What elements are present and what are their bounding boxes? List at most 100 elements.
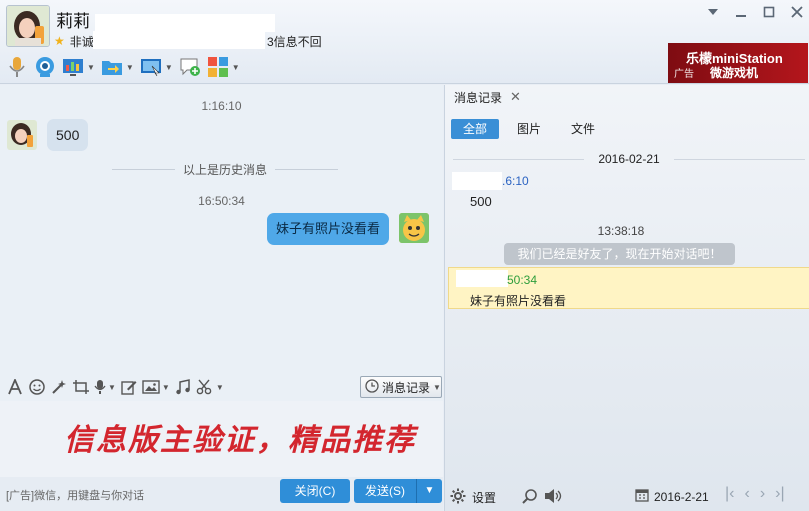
history-record-time: 13:38:18: [597, 224, 645, 238]
next-page-icon[interactable]: ›: [760, 485, 765, 503]
bottom-ad-link[interactable]: [广告]微信，用键盘与你对话: [6, 487, 144, 503]
message-timestamp: 1:16:10: [201, 99, 242, 113]
signature-prefix: 非诚: [69, 34, 94, 49]
maximize-icon[interactable]: [763, 6, 775, 21]
minimize-icon[interactable]: [735, 6, 747, 21]
magic-icon[interactable]: [50, 376, 68, 398]
history-record-text[interactable]: 500: [470, 194, 492, 209]
emoji-icon[interactable]: [28, 376, 46, 398]
app-grid-button[interactable]: ▼: [207, 55, 240, 79]
close-icon[interactable]: [791, 6, 803, 21]
history-footer: 设置 2016-2-21 |‹ ‹ › ›|: [445, 483, 809, 511]
footer-date: 2016-2-21: [654, 489, 709, 504]
outgoing-message[interactable]: 妹子有照片没看看: [267, 213, 390, 245]
history-date: 2016-02-21: [598, 152, 660, 166]
settings-label[interactable]: 设置: [472, 489, 496, 506]
history-divider-label: 以上是历史消息: [183, 162, 268, 177]
signature-suffix: 3信息不回: [267, 35, 322, 49]
tab-label: 消息记录: [454, 90, 503, 105]
message-record-label: 消息记录: [382, 380, 431, 395]
star-icon: ★: [54, 34, 65, 48]
chevron-down-icon[interactable]: [707, 6, 719, 21]
close-button[interactable]: 关闭(C): [280, 479, 350, 503]
chat-messages: 1:16:10 500 以上是历史消息 16:50:34 妹子有照片没看看: [0, 85, 443, 373]
chevron-down-icon[interactable]: ▼: [162, 383, 170, 392]
signature-row: ★ 非诚: [54, 33, 94, 49]
redacted-block: [456, 270, 508, 287]
video-call-button[interactable]: [34, 55, 56, 79]
send-options-chevron-icon[interactable]: ▼: [416, 479, 442, 503]
contact-name[interactable]: 莉莉: [56, 7, 90, 32]
image-button[interactable]: ▼: [142, 376, 170, 398]
voice-call-button[interactable]: [6, 55, 28, 79]
search-icon[interactable]: [522, 488, 538, 507]
screenshot-tool-button[interactable]: ▼: [196, 376, 224, 398]
chevron-down-icon[interactable]: ▼: [165, 63, 173, 72]
chevron-down-icon[interactable]: ▼: [232, 63, 240, 72]
contact-avatar[interactable]: [7, 120, 37, 150]
speaker-icon[interactable]: [544, 488, 562, 507]
chevron-down-icon[interactable]: ▼: [108, 383, 116, 392]
header-advertisement[interactable]: 乐檬miniStation 广告 微游戏机: [668, 43, 808, 83]
video-call-icon: [34, 56, 56, 78]
tab-message-history[interactable]: 消息记录 ✕: [445, 85, 531, 111]
last-page-icon[interactable]: ›|: [775, 485, 784, 503]
message-history-panel: 消息记录 ✕ 全部 图片 文件 2016-02-21 .6:10 500 13:…: [444, 85, 809, 511]
previous-page-icon[interactable]: ‹: [744, 485, 749, 503]
divider-line: [112, 168, 175, 170]
image-icon: [142, 380, 160, 394]
chevron-down-icon[interactable]: ▼: [216, 383, 224, 392]
send-button-label[interactable]: 发送(S): [354, 479, 416, 503]
edit-icon[interactable]: [120, 376, 138, 398]
date-picker[interactable]: 2016-2-21: [635, 488, 709, 505]
redacted-block: [93, 31, 265, 49]
divider-line: [275, 168, 339, 170]
contact-avatar[interactable]: [6, 5, 50, 47]
header-toolbar: ▼ ▼ ▼ ▼: [6, 54, 240, 80]
history-record-time: 50:34: [507, 273, 538, 287]
app-grid-icon: [207, 56, 229, 78]
voice-icon: [94, 380, 106, 394]
chevron-down-icon: ▼: [433, 382, 441, 392]
ad-title: 微游戏机: [710, 66, 759, 80]
screenshot-icon[interactable]: [72, 376, 90, 398]
close-tab-icon[interactable]: ✕: [510, 89, 521, 105]
filter-files[interactable]: 文件: [559, 119, 607, 139]
incoming-message[interactable]: 500: [47, 119, 89, 151]
history-pagination: |‹ ‹ › ›|: [725, 485, 785, 503]
clock-icon: [365, 378, 379, 396]
system-message: 我们已经是好友了，现在开始对话吧！: [504, 243, 735, 265]
screen-share-button[interactable]: ▼: [140, 55, 173, 79]
music-icon[interactable]: [174, 376, 192, 398]
history-record-text[interactable]: 妹子有照片没看看: [470, 292, 566, 309]
gear-icon[interactable]: [450, 488, 466, 507]
add-chat-button[interactable]: [179, 55, 201, 79]
ad-tag: 广告: [674, 69, 694, 80]
calendar-icon: [635, 488, 649, 505]
history-filters: 全部 图片 文件: [451, 119, 613, 139]
message-input-area[interactable]: 信息版主验证，精品推荐: [0, 401, 443, 477]
send-button[interactable]: 发送(S) ▼: [354, 479, 442, 503]
message-timestamp: 16:50:34: [198, 194, 245, 208]
history-record-highlighted[interactable]: 50:34 妹子有照片没看看: [448, 267, 809, 309]
message-record-button[interactable]: 消息记录 ▼: [360, 376, 442, 398]
date-divider: 2016-02-21: [453, 152, 806, 166]
scissors-icon: [196, 379, 212, 395]
filter-images[interactable]: 图片: [505, 119, 553, 139]
chevron-down-icon[interactable]: ▼: [87, 63, 95, 72]
redacted-block: [452, 172, 502, 190]
first-page-icon[interactable]: |‹: [725, 485, 734, 503]
file-transfer-button[interactable]: ▼: [101, 55, 134, 79]
voice-message-button[interactable]: ▼: [94, 376, 116, 398]
watermark-text: 信息版主验证，精品推荐: [64, 423, 416, 458]
chevron-down-icon[interactable]: ▼: [126, 63, 134, 72]
my-avatar[interactable]: [399, 213, 429, 243]
chat-header: 莉莉 ★ 非诚 3信息不回 ▼ ▼ ▼ ▼ 乐檬miniStation 广告 微…: [0, 0, 809, 84]
divider-line: [453, 158, 585, 160]
remote-desktop-icon: [62, 56, 84, 78]
history-divider: 以上是历史消息: [112, 162, 339, 177]
filter-all[interactable]: 全部: [451, 119, 500, 139]
font-icon[interactable]: [6, 376, 24, 398]
window-controls: [707, 6, 803, 21]
remote-desktop-button[interactable]: ▼: [62, 55, 95, 79]
